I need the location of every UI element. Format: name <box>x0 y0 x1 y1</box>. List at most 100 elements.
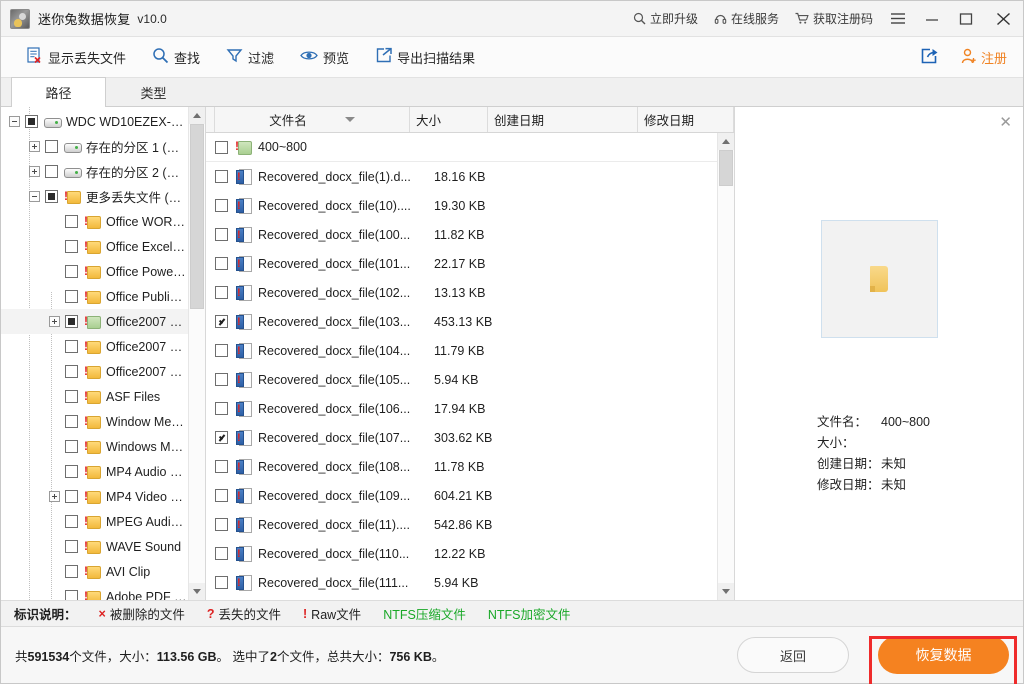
file-row-checkbox[interactable] <box>215 199 228 212</box>
tree-node-checkbox[interactable] <box>65 465 78 478</box>
upgrade-link[interactable]: 立即升级 <box>625 1 706 37</box>
tree-node[interactable]: 存在的分区 2 (NT... <box>1 159 188 184</box>
show-lost-files-button[interactable]: 显示丢失文件 <box>13 37 139 78</box>
file-row[interactable]: ! Recovered_docx_file(103... 453.13 KB <box>206 307 717 336</box>
tree-node[interactable]: AVI Clip <box>1 559 188 584</box>
tree-node[interactable]: Window Medi... <box>1 409 188 434</box>
file-row[interactable]: ! Recovered_docx_file(111... 5.94 KB <box>206 568 717 597</box>
expand-plus-icon[interactable] <box>49 316 60 327</box>
tree-node-checkbox[interactable] <box>65 390 78 403</box>
search-button[interactable]: 查找 <box>139 37 213 78</box>
back-button[interactable]: 返回 <box>737 637 849 673</box>
tab-path[interactable]: 路径 <box>11 77 106 107</box>
expand-plus-icon[interactable] <box>29 141 40 152</box>
tree-node-checkbox[interactable] <box>65 590 78 600</box>
tree-node-checkbox[interactable] <box>45 190 58 203</box>
file-row[interactable]: ! Recovered_docx_file(108... 11.78 KB <box>206 452 717 481</box>
column-header-modified-date[interactable]: 修改日期 <box>638 107 734 132</box>
file-row[interactable]: ! Recovered_docx_file(107... 303.62 KB <box>206 423 717 452</box>
expand-plus-icon[interactable] <box>29 166 40 177</box>
file-row-checkbox[interactable] <box>215 576 228 589</box>
close-icon[interactable] <box>983 1 1023 37</box>
tree-scroll-down-button[interactable] <box>189 583 205 600</box>
column-header-filename[interactable]: 文件名 <box>215 107 410 132</box>
file-row[interactable]: ! Recovered_docx_file(100... 11.82 KB <box>206 220 717 249</box>
file-row[interactable]: ! Recovered_docx_file(106... 17.94 KB <box>206 394 717 423</box>
tree-node[interactable]: Windows Med... <box>1 434 188 459</box>
file-row-checkbox[interactable] <box>215 228 228 241</box>
file-row[interactable]: ! Recovered_docx_file(105... 5.94 KB <box>206 365 717 394</box>
tree-node-checkbox[interactable] <box>25 115 38 128</box>
file-row[interactable]: ! Recovered_docx_file(11).... 542.86 KB <box>206 510 717 539</box>
recover-data-button[interactable]: 恢复数据 <box>878 636 1009 674</box>
list-scroll-thumb[interactable] <box>719 150 733 186</box>
tree-node-checkbox[interactable] <box>45 140 58 153</box>
tree-node[interactable]: WAVE Sound <box>1 534 188 559</box>
tree-scroll-thumb[interactable] <box>190 124 204 309</box>
tree-node-checkbox[interactable] <box>65 490 78 503</box>
file-row[interactable]: ! 400~800 <box>206 133 717 162</box>
tree-node-checkbox[interactable] <box>65 215 78 228</box>
tree-node[interactable]: Office2007 W... <box>1 309 188 334</box>
file-row[interactable]: ! Recovered_docx_file(109... 604.21 KB <box>206 481 717 510</box>
file-row-checkbox[interactable] <box>215 140 228 154</box>
file-list-scrollbar[interactable] <box>717 133 734 600</box>
column-header-size[interactable]: 大小 <box>410 107 488 132</box>
tree-scroll-track[interactable] <box>189 124 205 583</box>
maximize-icon[interactable] <box>949 1 983 37</box>
tree-node-checkbox[interactable] <box>65 540 78 553</box>
collapse-minus-icon[interactable] <box>29 191 40 202</box>
tree-node-checkbox[interactable] <box>45 165 58 178</box>
tree-node[interactable]: 更多丢失文件 (RAW) <box>1 184 188 209</box>
file-row-checkbox[interactable] <box>215 170 228 183</box>
tree-node-checkbox[interactable] <box>65 315 78 328</box>
tree-node[interactable]: MP4 Video File <box>1 484 188 509</box>
tree-node[interactable]: 存在的分区 1 (NT... <box>1 134 188 159</box>
tree-node-checkbox[interactable] <box>65 240 78 253</box>
hamburger-menu-icon[interactable] <box>881 1 915 37</box>
file-row-checkbox[interactable] <box>215 547 228 560</box>
file-row-checkbox[interactable] <box>215 373 228 386</box>
tree-node[interactable]: Office PowerP... <box>1 259 188 284</box>
tree-node-checkbox[interactable] <box>65 340 78 353</box>
tab-type[interactable]: 类型 <box>106 77 201 106</box>
file-row-checkbox[interactable] <box>215 431 228 444</box>
tree-node[interactable]: ASF Files <box>1 384 188 409</box>
file-row-checkbox[interactable] <box>215 518 228 531</box>
preview-close-icon[interactable]: ✕ <box>999 115 1012 130</box>
column-header-created-date[interactable]: 创建日期 <box>488 107 638 132</box>
file-row[interactable]: ! Recovered_docx_file(110... 12.22 KB <box>206 539 717 568</box>
tree-node-checkbox[interactable] <box>65 365 78 378</box>
tree-node-checkbox[interactable] <box>65 565 78 578</box>
tree-node[interactable]: Office Excel D... <box>1 234 188 259</box>
tree-scrollbar[interactable] <box>188 107 205 600</box>
tree-node[interactable]: Adobe PDF file <box>1 584 188 600</box>
export-scan-result-button[interactable]: 导出扫描结果 <box>362 37 488 78</box>
filter-button[interactable]: 过滤 <box>213 37 287 78</box>
collapse-minus-icon[interactable] <box>9 116 20 127</box>
file-row-checkbox[interactable] <box>215 257 228 270</box>
file-row-checkbox[interactable] <box>215 460 228 473</box>
tree-node[interactable]: Office WORD ... <box>1 209 188 234</box>
tree-node-checkbox[interactable] <box>65 290 78 303</box>
file-row-checkbox[interactable] <box>215 489 228 502</box>
file-row[interactable]: ! Recovered_docx_file(104... 11.79 KB <box>206 336 717 365</box>
list-scroll-up-button[interactable] <box>718 133 734 150</box>
file-row[interactable]: ! Recovered_docx_file(101... 22.17 KB <box>206 249 717 278</box>
tree-node-checkbox[interactable] <box>65 515 78 528</box>
file-row-checkbox[interactable] <box>215 402 228 415</box>
online-service-link[interactable]: 在线服务 <box>706 1 787 37</box>
list-scroll-down-button[interactable] <box>718 583 734 600</box>
tree-node[interactable]: MPEG Audio L... <box>1 509 188 534</box>
tree-node[interactable]: Office Publish... <box>1 284 188 309</box>
preview-button[interactable]: 预览 <box>287 37 362 78</box>
file-row-checkbox[interactable] <box>215 344 228 357</box>
file-row-checkbox[interactable] <box>215 315 228 328</box>
tree-node-checkbox[interactable] <box>65 265 78 278</box>
tree-node[interactable]: Office2007 Ex... <box>1 334 188 359</box>
file-row[interactable]: ! Recovered_docx_file(102... 13.13 KB <box>206 278 717 307</box>
file-row-checkbox[interactable] <box>215 286 228 299</box>
tree-node[interactable]: WDC WD10EZEX-22... <box>1 109 188 134</box>
get-license-link[interactable]: 获取注册码 <box>787 1 881 37</box>
tree-scroll-up-button[interactable] <box>189 107 205 124</box>
